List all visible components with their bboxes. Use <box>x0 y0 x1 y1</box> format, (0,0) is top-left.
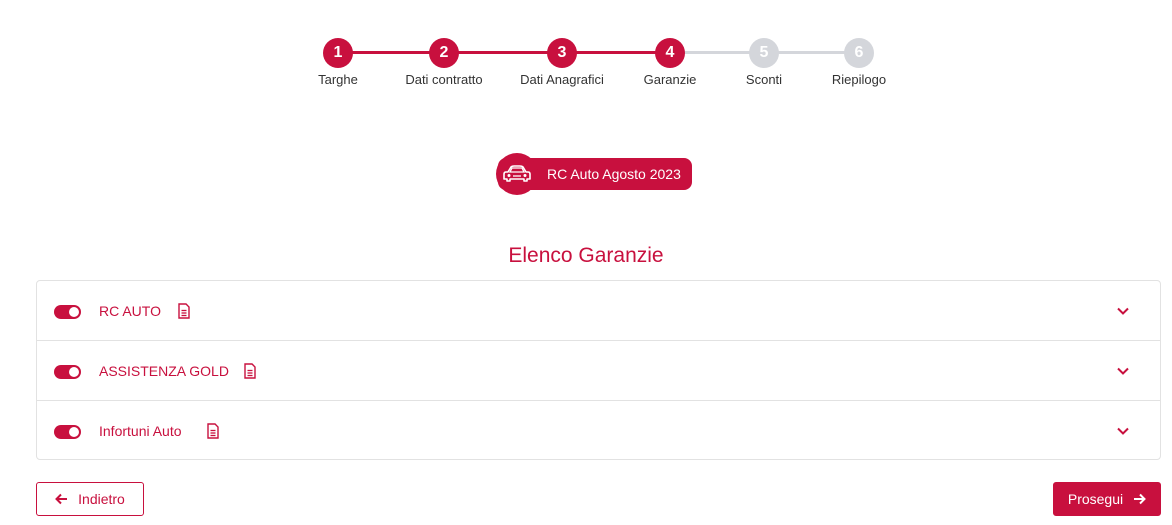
step-label: Riepilogo <box>831 72 887 87</box>
arrow-left-icon <box>55 493 68 505</box>
toggle-switch[interactable] <box>54 365 81 379</box>
product-badge: RC Auto Agosto 2023 <box>496 153 692 195</box>
toggle-switch[interactable] <box>54 425 81 439</box>
list-item[interactable]: RC AUTO <box>37 281 1160 341</box>
guarantee-name: RC AUTO <box>99 302 161 319</box>
toggle-switch[interactable] <box>54 305 81 319</box>
step-number: 5 <box>749 38 779 68</box>
back-button[interactable]: Indietro <box>36 482 144 516</box>
car-icon <box>496 153 538 195</box>
step-number: 1 <box>323 38 353 68</box>
list-item[interactable]: ASSISTENZA GOLD <box>37 341 1160 401</box>
back-button-label: Indietro <box>78 491 125 507</box>
step-label: Dati contratto <box>405 72 483 87</box>
document-icon[interactable] <box>178 303 190 319</box>
step-targhe[interactable]: 1 Targhe <box>278 38 398 87</box>
next-button[interactable]: Prosegui <box>1053 482 1161 516</box>
step-number: 6 <box>844 38 874 68</box>
chevron-down-icon[interactable] <box>1116 365 1130 377</box>
step-label: Dati Anagrafici <box>520 72 604 87</box>
progress-stepper: 1 Targhe 2 Dati contratto 3 Dati Anagraf… <box>0 19 1172 87</box>
step-dati-contratto[interactable]: 2 Dati contratto <box>384 38 504 87</box>
step-label: Targhe <box>318 72 358 87</box>
guarantee-list: RC AUTO ASSISTENZA GOLD Infortuni Auto <box>36 280 1161 460</box>
step-number: 2 <box>429 38 459 68</box>
next-button-label: Prosegui <box>1067 491 1124 507</box>
step-number: 4 <box>655 38 685 68</box>
guarantee-name: ASSISTENZA GOLD <box>99 362 229 379</box>
product-name: RC Auto Agosto 2023 <box>547 166 681 182</box>
document-icon[interactable] <box>207 423 219 439</box>
chevron-down-icon[interactable] <box>1116 425 1130 437</box>
step-dati-anagrafici[interactable]: 3 Dati Anagrafici <box>502 38 622 87</box>
list-item[interactable]: Infortuni Auto <box>37 401 1160 461</box>
document-icon[interactable] <box>244 363 256 379</box>
step-riepilogo: 6 Riepilogo <box>799 38 919 87</box>
page-title: Elenco Garanzie <box>508 244 664 267</box>
chevron-down-icon[interactable] <box>1116 305 1130 317</box>
guarantee-name: Infortuni Auto <box>99 423 182 439</box>
step-number: 3 <box>547 38 577 68</box>
arrow-right-icon <box>1134 493 1147 505</box>
